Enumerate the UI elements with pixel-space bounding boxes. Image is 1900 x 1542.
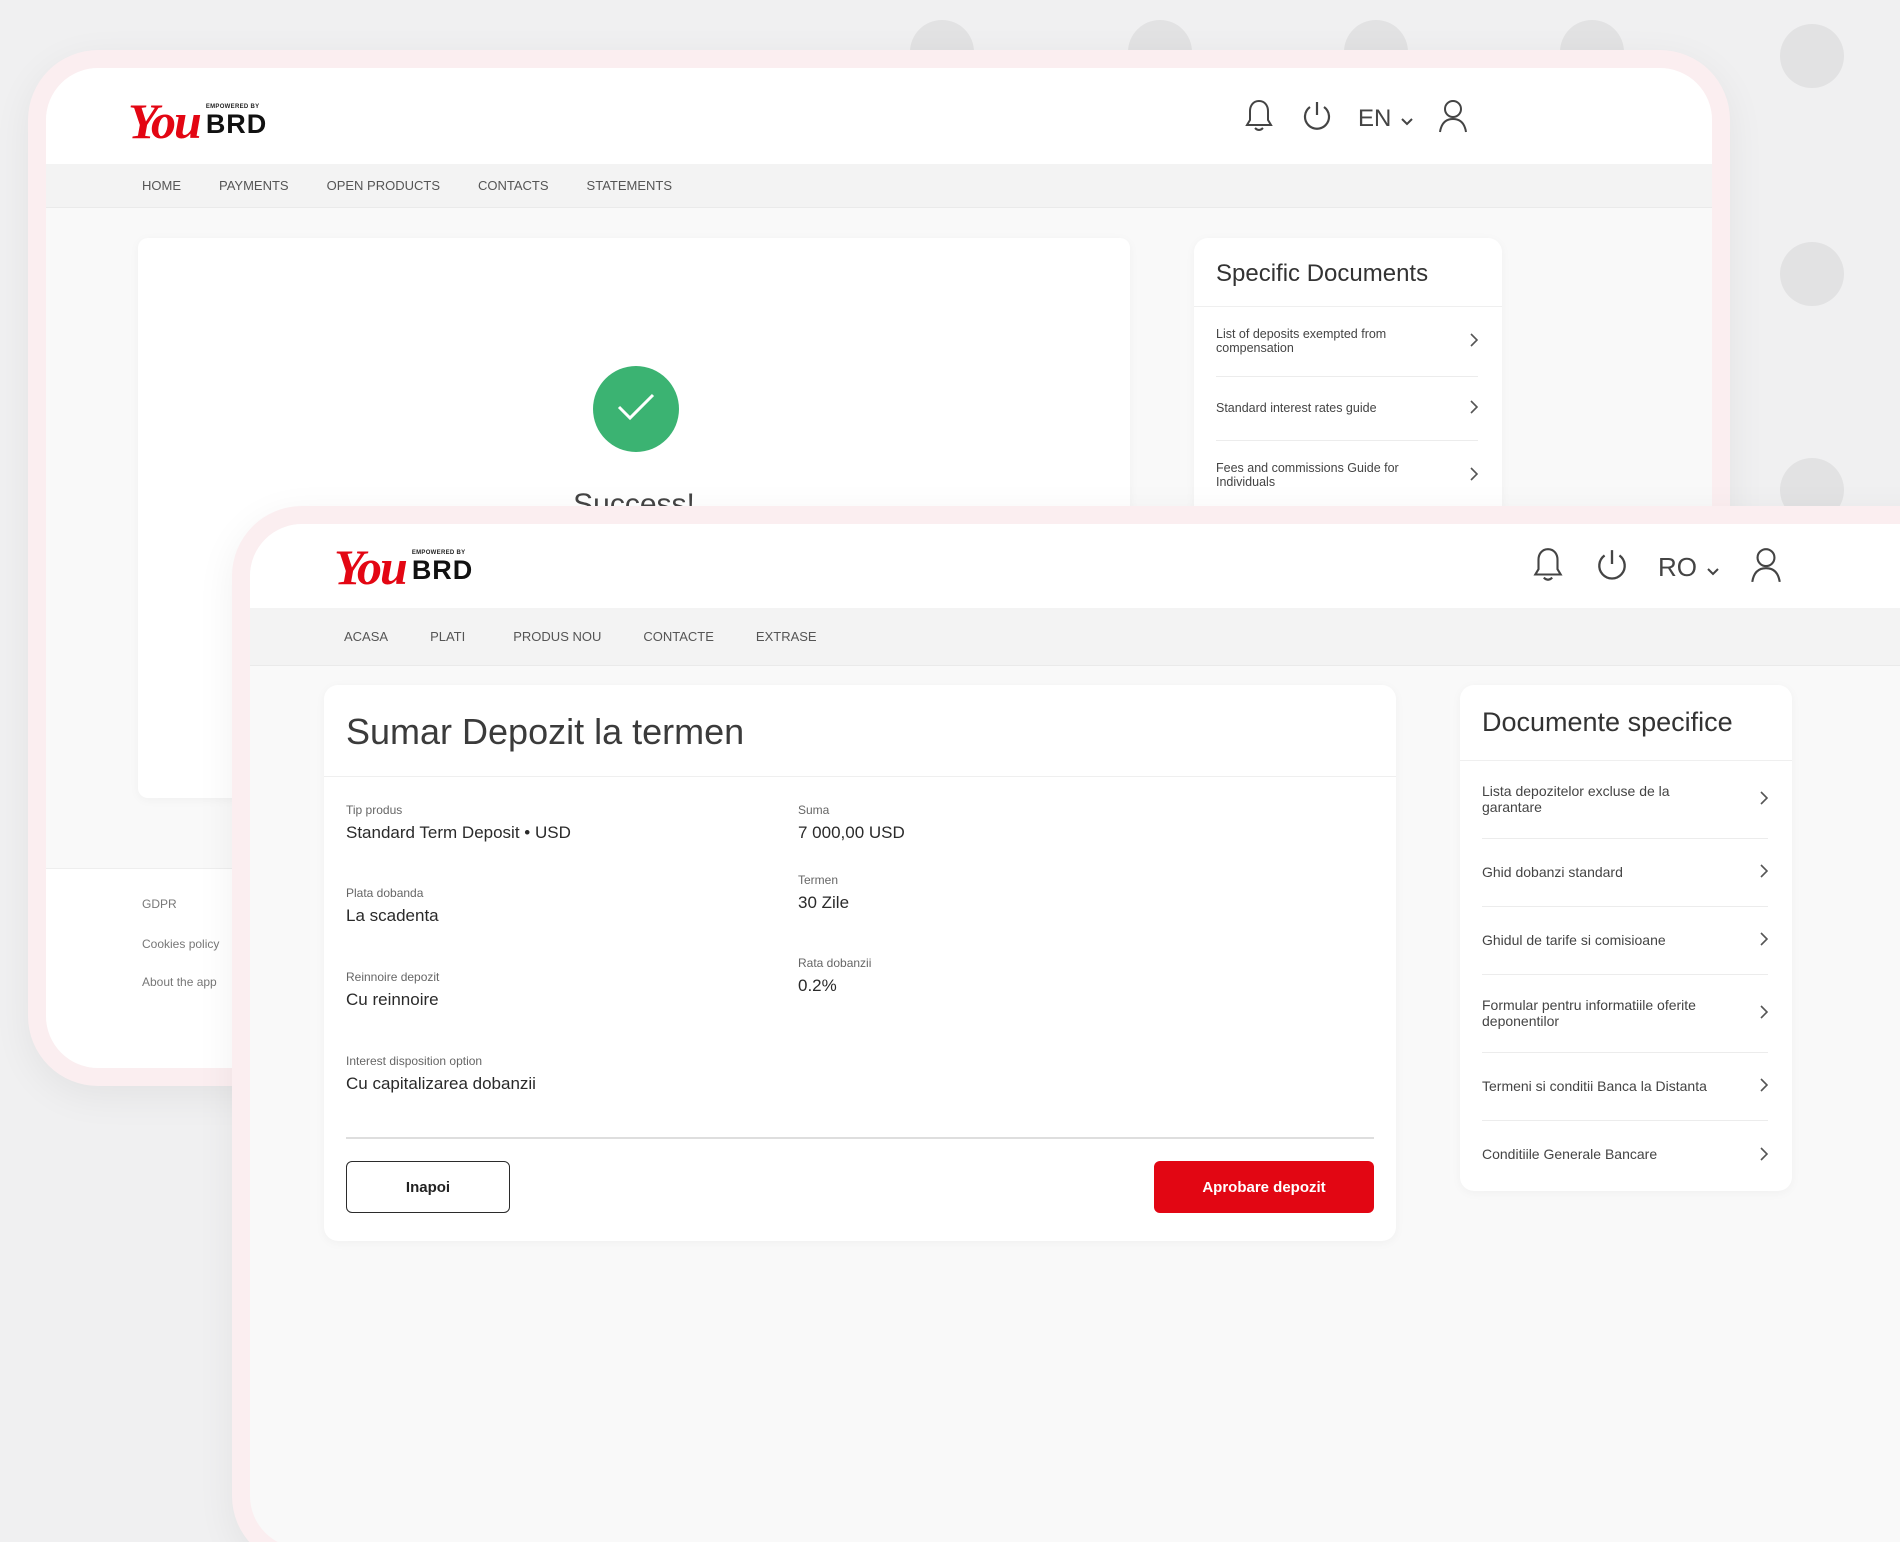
field-value: La scadenta: [346, 906, 439, 925]
decorative-dot: [1780, 24, 1844, 88]
chevron-right-icon: [1470, 333, 1479, 350]
doc-item[interactable]: Ghidul de tarife si comisioane: [1482, 907, 1769, 975]
back-button[interactable]: Inapoi: [346, 1161, 510, 1213]
logo-you: You: [128, 93, 202, 149]
main-nav: ACASA PLATI PRODUS NOU CONTACTE EXTRASE: [250, 608, 1900, 666]
main-nav: HOME PAYMENTS OPEN PRODUCTS CONTACTS STA…: [46, 164, 1712, 208]
field-label: Termen: [798, 873, 839, 887]
doc-item-label: Standard interest rates guide: [1216, 400, 1377, 415]
docs-title: Documente specifice: [1460, 685, 1792, 761]
doc-item[interactable]: Lista depozitelor excluse de la garantar…: [1482, 761, 1769, 839]
chevron-down-icon: [1401, 105, 1414, 133]
doc-item[interactable]: Ghid dobanzi standard: [1482, 839, 1769, 907]
app-header: You EMPOWERED BY BRD EN: [46, 68, 1712, 164]
field-product-type: Tip produs Standard Term Deposit • USD: [346, 803, 571, 843]
doc-item[interactable]: Formular pentru informatiile oferite dep…: [1482, 975, 1769, 1053]
field-amount: Suma 7 000,00 USD: [798, 803, 905, 843]
bell-icon[interactable]: [1532, 546, 1564, 589]
language-selector[interactable]: RO: [1658, 552, 1719, 583]
front-screen: You EMPOWERED BY BRD RO ACASA PLATI PROD…: [250, 524, 1900, 1542]
user-icon[interactable]: [1437, 98, 1469, 139]
field-label: Rata dobanzii: [798, 956, 872, 970]
logo-brd: BRD: [205, 109, 268, 139]
chevron-right-icon: [1470, 467, 1479, 484]
doc-item[interactable]: Standard interest rates guide: [1216, 377, 1479, 441]
field-label: Reinnoire depozit: [346, 970, 440, 984]
deposit-summary-card: Sumar Depozit la termen Tip produs Stand…: [324, 685, 1396, 1241]
chevron-right-icon: [1470, 400, 1479, 417]
field-value: 30 Zile: [798, 893, 850, 912]
field-label: Plata dobanda: [346, 886, 424, 900]
chevron-right-icon: [1760, 864, 1769, 881]
docs-title: Specific Documents: [1194, 238, 1502, 307]
language-code: RO: [1658, 552, 1697, 582]
chevron-right-icon: [1760, 791, 1769, 808]
page-title: Sumar Depozit la termen: [324, 685, 1396, 777]
nav-contacts[interactable]: CONTACTS: [478, 178, 549, 193]
footer-cookies-policy[interactable]: Cookies policy: [142, 937, 219, 951]
doc-item-label: List of deposits exempted from compensat…: [1216, 326, 1387, 355]
field-label: Suma: [798, 803, 830, 817]
nav-plati[interactable]: PLATI: [430, 629, 465, 644]
doc-item[interactable]: Conditiile Generale Bancare: [1482, 1121, 1769, 1189]
field-value: 0.2%: [798, 976, 837, 995]
doc-item-label: Fees and commissions Guide for Individua…: [1216, 460, 1399, 489]
doc-item-label: Ghidul de tarife si comisioane: [1482, 931, 1666, 948]
chevron-right-icon: [1760, 932, 1769, 949]
field-value: 7 000,00 USD: [798, 823, 905, 842]
doc-item-label: Lista depozitelor excluse de la garantar…: [1482, 783, 1670, 815]
field-value: Cu reinnoire: [346, 990, 439, 1009]
logo-brd: BRD: [411, 555, 474, 585]
field-label: Interest disposition option: [346, 1054, 483, 1068]
success-badge: [593, 366, 679, 452]
nav-open-products[interactable]: OPEN PRODUCTS: [327, 178, 440, 193]
footer-about-app[interactable]: About the app: [142, 975, 217, 989]
chevron-down-icon: [1707, 552, 1719, 583]
nav-statements[interactable]: STATEMENTS: [587, 178, 672, 193]
nav-extrase[interactable]: EXTRASE: [756, 629, 817, 644]
checkmark-icon: [616, 392, 656, 427]
field-interest-rate: Rata dobanzii 0.2%: [798, 956, 871, 996]
doc-item[interactable]: Fees and commissions Guide for Individua…: [1216, 441, 1479, 511]
doc-item[interactable]: Termeni si conditii Banca la Distanta: [1482, 1053, 1769, 1121]
nav-acasa[interactable]: ACASA: [344, 629, 388, 644]
chevron-right-icon: [1760, 1146, 1769, 1164]
field-value: Standard Term Deposit • USD: [346, 823, 571, 842]
language-selector[interactable]: EN: [1358, 104, 1414, 133]
doc-item-label: Formular pentru informatiile oferite dep…: [1482, 997, 1696, 1029]
brand-logo[interactable]: You EMPOWERED BY BRD: [128, 96, 267, 146]
brand-logo[interactable]: You EMPOWERED BY BRD: [334, 542, 473, 592]
nav-produs-nou[interactable]: PRODUS NOU: [513, 629, 601, 644]
specific-documents-panel: Documente specifice Lista depozitelor ex…: [1460, 685, 1792, 1191]
nav-payments[interactable]: PAYMENTS: [219, 178, 289, 193]
nav-home[interactable]: HOME: [142, 178, 181, 193]
nav-contacte[interactable]: CONTACTE: [643, 629, 714, 644]
decorative-dot: [1780, 242, 1844, 306]
doc-item[interactable]: List of deposits exempted from compensat…: [1216, 307, 1479, 377]
power-icon[interactable]: [1300, 99, 1334, 138]
approve-deposit-button[interactable]: Aprobare depozit: [1154, 1161, 1374, 1213]
header-actions: RO: [1532, 546, 1783, 589]
field-renewal: Reinnoire depozit Cu reinnoire: [346, 970, 439, 1010]
bell-icon[interactable]: [1244, 98, 1274, 139]
header-actions: EN: [1244, 98, 1469, 139]
chevron-right-icon: [1760, 1078, 1769, 1095]
doc-item-label: Ghid dobanzi standard: [1482, 863, 1623, 880]
footer-gdpr[interactable]: GDPR: [142, 897, 177, 911]
app-header: You EMPOWERED BY BRD RO: [250, 524, 1900, 608]
field-term: Termen 30 Zile: [798, 873, 849, 913]
field-interest-disposition: Interest disposition option Cu capitaliz…: [346, 1054, 536, 1094]
logo-you: You: [334, 539, 408, 595]
field-value: Cu capitalizarea dobanzii: [346, 1074, 536, 1093]
chevron-right-icon: [1760, 1005, 1769, 1022]
divider: [346, 1137, 1374, 1139]
field-interest-payment: Plata dobanda La scadenta: [346, 886, 439, 926]
language-code: EN: [1358, 104, 1392, 132]
device-front: You EMPOWERED BY BRD RO ACASA PLATI PROD…: [232, 506, 1900, 1542]
field-label: Tip produs: [346, 803, 403, 817]
doc-item-label: Conditiile Generale Bancare: [1482, 1146, 1658, 1163]
user-icon[interactable]: [1749, 546, 1783, 589]
doc-item-label: Termeni si conditii Banca la Distanta: [1482, 1077, 1707, 1094]
power-icon[interactable]: [1594, 547, 1630, 588]
